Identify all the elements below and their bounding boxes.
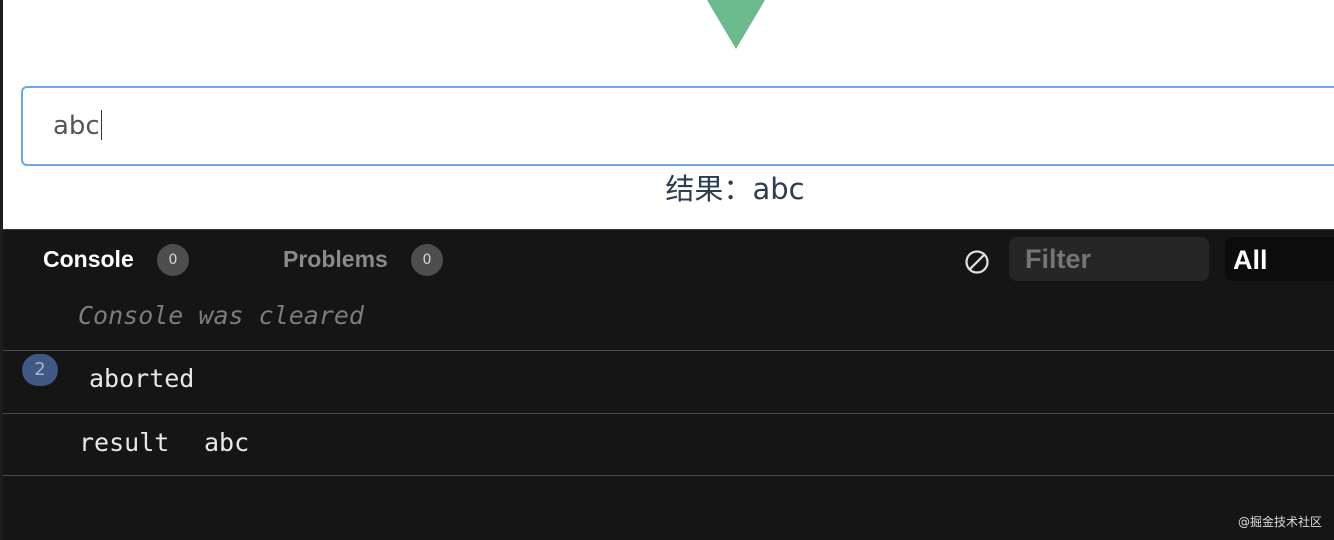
preview-pane: abc 结果：abc xyxy=(0,0,1334,229)
log-divider xyxy=(3,475,1334,476)
circle-slash-icon[interactable] xyxy=(964,249,990,275)
watermark: @掘金技术社区 xyxy=(1237,515,1322,529)
log-text: Console was cleared xyxy=(78,301,364,330)
tab-console-label: Console xyxy=(43,246,134,272)
problems-count-badge: 0 xyxy=(411,244,443,276)
log-key: result xyxy=(79,428,170,457)
log-level-select[interactable]: All xyxy=(1225,237,1334,281)
log-row-result: result abc xyxy=(3,413,1334,476)
log-text: aborted xyxy=(89,364,195,393)
text-input[interactable]: abc xyxy=(21,86,1334,166)
log-value: abc xyxy=(204,428,250,457)
text-caret xyxy=(100,110,103,140)
repeat-count-badge: 2 xyxy=(22,354,58,386)
result-value: abc xyxy=(752,172,805,206)
text-input-value: abc xyxy=(53,111,100,141)
log-row-cleared: Console was cleared xyxy=(3,298,1334,350)
result-label: 结果： xyxy=(665,172,753,206)
tab-problems-label: Problems xyxy=(283,246,388,272)
result-output: 结果：abc xyxy=(3,168,1334,210)
tab-console[interactable]: Console 0 xyxy=(43,244,189,276)
log-row-aborted: 2 aborted xyxy=(3,350,1334,413)
tab-problems[interactable]: Problems 0 xyxy=(283,244,443,276)
console-panel: Console 0 Problems 0 All Console was cle… xyxy=(0,229,1334,540)
console-count-badge: 0 xyxy=(157,244,189,276)
vue-logo-icon xyxy=(707,0,765,49)
filter-input[interactable] xyxy=(1009,237,1209,281)
